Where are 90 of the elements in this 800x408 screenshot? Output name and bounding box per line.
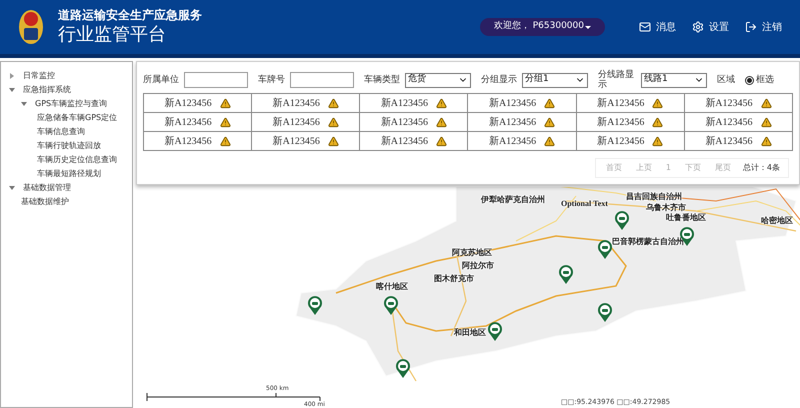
filter-label: 分线路显示 (598, 70, 635, 90)
map-label: 伊犁哈萨克自治州 (481, 194, 545, 206)
warning-icon (760, 136, 772, 146)
vehicle-cell[interactable]: 新A123456 (252, 94, 360, 113)
warning-icon (328, 98, 339, 108)
tree-item[interactable]: 应急储备车辆GPS定位 (37, 112, 118, 124)
tree-item[interactable]: 基础数据维护 (21, 196, 69, 208)
radio-button[interactable] (745, 76, 754, 84)
vehicle-marker-icon[interactable] (487, 321, 503, 341)
vehicle-cell[interactable]: 新A123456 (576, 94, 685, 113)
map-label: 阿拉尔市 (462, 260, 494, 272)
header-action-button[interactable]: 消息 (639, 20, 676, 34)
tree-toggle-icon[interactable] (21, 101, 27, 107)
vehicle-marker-icon[interactable] (614, 210, 630, 230)
vehicle-cell[interactable]: 新A123456 (468, 132, 577, 151)
vehicle-cell[interactable]: 新A123456 (684, 113, 793, 132)
warning-icon (220, 136, 231, 146)
vehicle-cell[interactable]: 新A123456 (684, 132, 793, 151)
filter-input[interactable] (184, 72, 248, 88)
settings-icon (692, 21, 704, 33)
filter-label: 框选 (756, 75, 774, 85)
vehicle-cell[interactable]: 新A123456 (360, 113, 468, 132)
vehicle-cell[interactable]: 新A123456 (468, 94, 577, 113)
warning-icon (544, 116, 556, 128)
logout-icon (745, 21, 757, 33)
tree-item[interactable]: 车辆行驶轨迹回放 (37, 140, 101, 152)
filter-select[interactable]: 危货 (405, 72, 471, 88)
vehicle-cell[interactable]: 新A123456 (684, 94, 793, 113)
warning-icon (544, 98, 556, 108)
warning-icon (544, 136, 556, 146)
map-label: 哈密地区 (761, 215, 793, 227)
filter-label: 所属单位 (143, 75, 179, 85)
vehicle-cell[interactable]: 新A123456 (252, 132, 360, 151)
tree-item[interactable]: GPS车辆监控与查询 (35, 98, 108, 110)
warning-icon (436, 116, 448, 128)
platform-subtitle: 道路运输安全生产应急服务 (58, 8, 202, 22)
map-label: 喀什地区 (376, 281, 408, 293)
filter-select[interactable]: 线路1 (641, 72, 707, 88)
platform-title: 行业监管平台 (58, 24, 167, 46)
vehicle-marker-icon[interactable] (597, 239, 613, 259)
vehicle-cell[interactable]: 新A123456 (468, 113, 577, 132)
warning-icon (652, 136, 664, 146)
tree-item[interactable]: 车辆最短路径规划 (37, 168, 101, 180)
filter-input[interactable] (290, 72, 354, 88)
filter-select[interactable]: 分组1 (522, 72, 588, 88)
vehicle-cell[interactable]: 新A123456 (360, 132, 468, 151)
map-label: 巴音郭楞蒙古自治州 (612, 236, 684, 248)
map-label: 和田地区 (454, 327, 486, 339)
vehicle-cell[interactable]: 新A123456 (360, 94, 468, 113)
tree-item[interactable]: 日常监控 (23, 70, 55, 82)
total-count: 总计：4条 (742, 162, 781, 174)
caret-icon (585, 26, 591, 28)
filter-label: 分组显示 (481, 75, 517, 85)
vehicle-cell[interactable]: 新A123456 (576, 132, 685, 151)
tree-toggle-icon[interactable] (9, 87, 15, 93)
tree-item[interactable]: 基础数据管理 (23, 182, 71, 194)
vehicle-cell[interactable]: 新A123456 (576, 113, 685, 132)
filter-label: 区域 (717, 75, 735, 85)
filter-label: 车牌号 (258, 75, 285, 85)
warning-icon (436, 136, 448, 146)
tree-toggle-icon[interactable] (9, 185, 15, 191)
emblem-icon (18, 9, 44, 45)
header-action-button[interactable]: 设置 (692, 20, 729, 34)
tree-item[interactable]: 应急指挥系统 (23, 84, 71, 96)
vehicle-cell[interactable]: 新A123456 (144, 132, 252, 151)
user-menu-button[interactable]: 欢迎您， P65300000 (480, 18, 605, 36)
vehicle-cell[interactable]: 新A123456 (252, 113, 360, 132)
tree-item[interactable]: 车辆历史定位信息查询 (37, 154, 117, 166)
warning-icon (760, 116, 772, 128)
warning-icon (436, 98, 448, 108)
vehicle-marker-icon[interactable] (383, 295, 399, 315)
warning-icon (652, 116, 664, 128)
warning-icon (328, 116, 339, 128)
vehicle-marker-icon[interactable] (395, 358, 411, 378)
vehicle-marker-icon[interactable] (597, 302, 613, 322)
filter-label: 车辆类型 (364, 75, 400, 85)
vehicle-marker-icon[interactable] (307, 295, 323, 315)
warning-icon (328, 136, 339, 146)
map-label: 吐鲁番地区 (666, 212, 706, 224)
mail-icon (639, 21, 651, 33)
warning-icon (760, 98, 772, 108)
vehicle-cell[interactable]: 新A123456 (144, 94, 252, 113)
tree-toggle-icon[interactable] (9, 73, 15, 79)
warning-icon (220, 116, 231, 128)
warning-icon (220, 98, 231, 108)
warning-icon (652, 98, 664, 108)
header-action-button[interactable]: 注销 (745, 20, 782, 34)
tree-item[interactable]: 车辆信息查询 (37, 126, 85, 138)
vehicle-cell[interactable]: 新A123456 (144, 113, 252, 132)
vehicle-marker-icon[interactable] (558, 264, 574, 284)
